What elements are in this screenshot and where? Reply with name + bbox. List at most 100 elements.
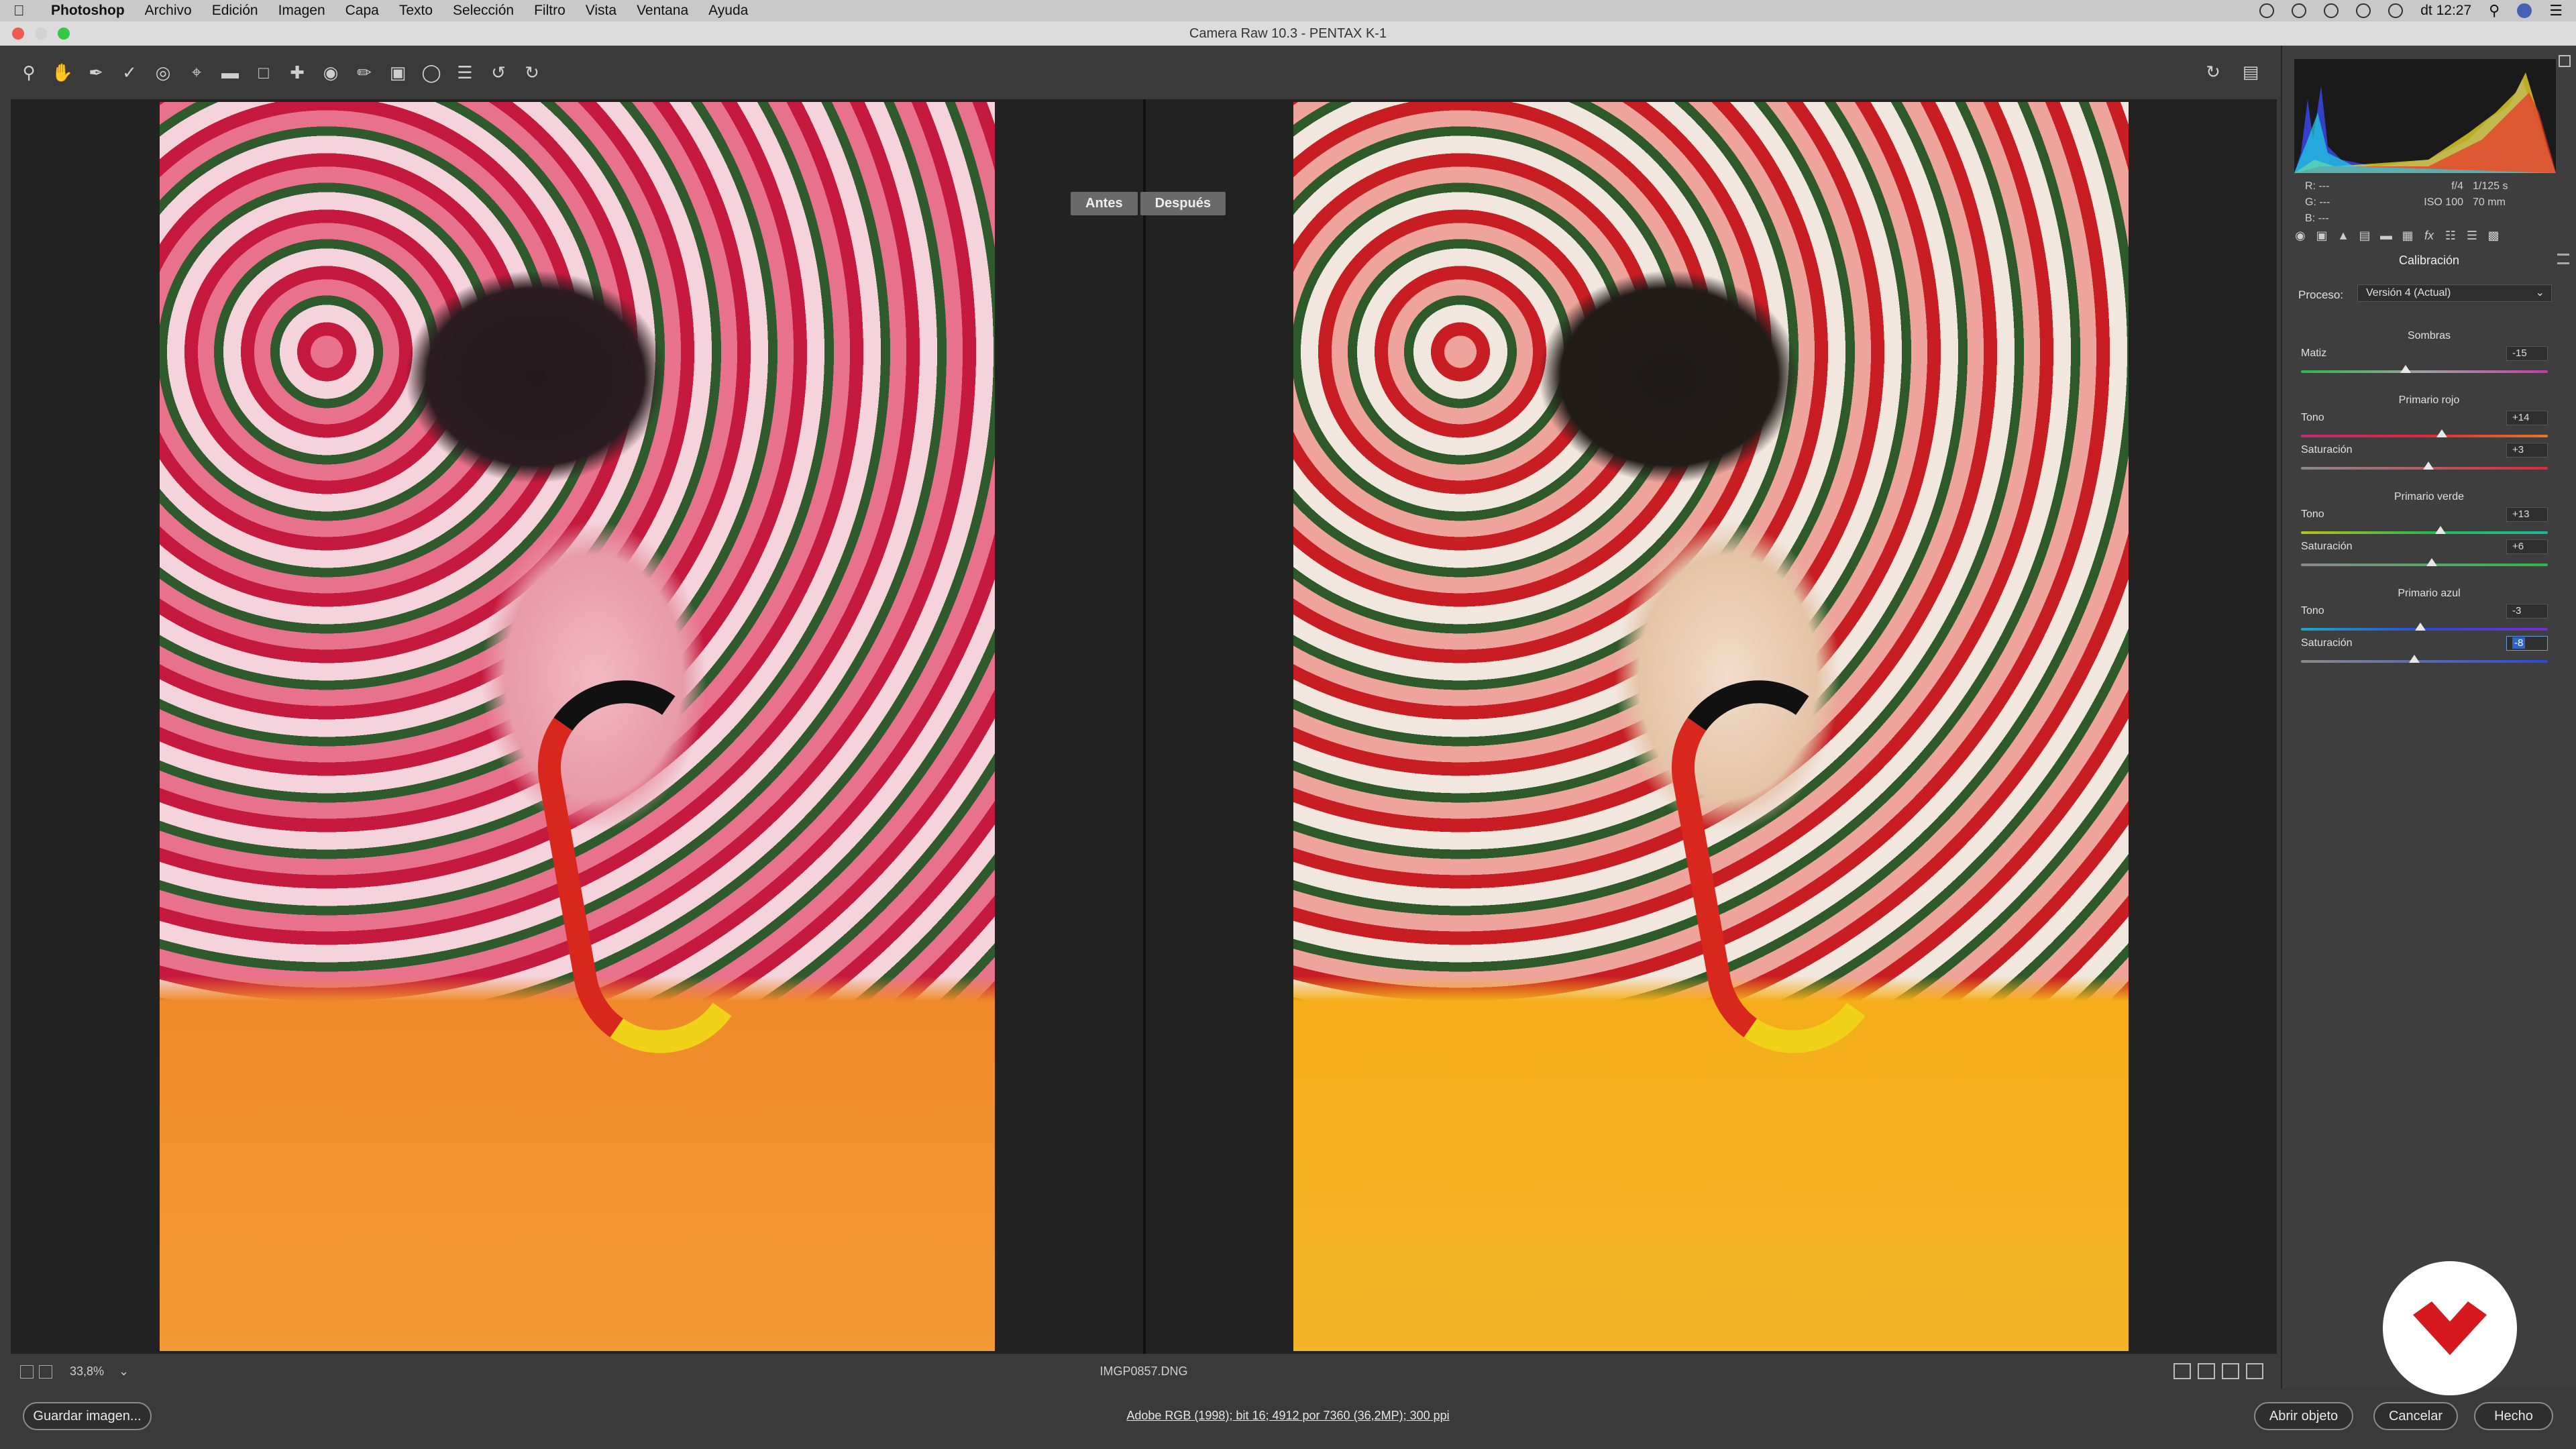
graduated-filter-icon[interactable]: ▣ — [388, 62, 408, 83]
slider-value-input[interactable]: -15 — [2506, 346, 2548, 361]
menubar-clock[interactable]: dt 12:27 — [2420, 3, 2471, 19]
menu-texto[interactable]: Texto — [399, 3, 433, 19]
slider-value-input[interactable]: +14 — [2506, 411, 2548, 425]
slider-value-input[interactable]: +13 — [2506, 507, 2548, 522]
after-image — [1293, 102, 2129, 1351]
view-mode-split-icon[interactable] — [2198, 1363, 2215, 1379]
slider-track[interactable] — [2301, 531, 2548, 534]
lens-corrections-tab-icon[interactable]: ▦ — [2400, 228, 2415, 243]
preferences-icon[interactable]: ☰ — [455, 62, 475, 83]
view-mode-single-icon[interactable] — [2174, 1363, 2191, 1379]
open-object-button[interactable]: Abrir objeto — [2254, 1402, 2353, 1430]
slider-value-input[interactable]: +3 — [2506, 443, 2548, 458]
slider-thumb[interactable] — [2426, 558, 2438, 566]
straighten-icon[interactable]: ▬ — [220, 62, 240, 83]
view-mode-buttons — [2174, 1363, 2263, 1379]
creative-cloud-icon[interactable] — [2292, 3, 2307, 18]
workflow-options-link[interactable]: Adobe RGB (1998); bit 16; 4912 por 7360 … — [0, 1409, 2576, 1423]
calibration-tab-icon[interactable]: ☷ — [2443, 228, 2458, 243]
zoom-icon[interactable]: ⚲ — [19, 62, 39, 83]
toggle-fullscreen-icon[interactable]: ↻ — [2203, 62, 2223, 82]
menu-ventana[interactable]: Ventana — [637, 3, 688, 19]
process-select[interactable]: Versión 4 (Actual) ⌄ — [2357, 284, 2552, 302]
menu-vista[interactable]: Vista — [586, 3, 616, 19]
snake-shape — [1658, 666, 1895, 1067]
window-titlebar: Camera Raw 10.3 - PENTAX K-1 — [0, 21, 2576, 46]
slider-value-input[interactable]: -3 — [2506, 604, 2548, 619]
snapshots-tab-icon[interactable]: ▩ — [2486, 228, 2501, 243]
rotate-left-icon[interactable]: ↺ — [488, 62, 508, 83]
bluetooth-icon[interactable] — [2356, 3, 2371, 18]
panel-menu-icon[interactable] — [2557, 254, 2569, 264]
adjustment-panel: R: --- G: --- B: --- f/4 1/125 s ISO 100… — [2281, 46, 2576, 1389]
wifi-icon[interactable] — [2388, 3, 2404, 18]
basic-tab-icon[interactable]: ◉ — [2293, 228, 2308, 243]
section-green-primary-title: Primario verde — [2394, 491, 2465, 502]
slider-track[interactable] — [2301, 660, 2548, 663]
hsl-tab-icon[interactable]: ▤ — [2357, 228, 2372, 243]
close-window-button[interactable] — [12, 28, 24, 40]
slider-track[interactable] — [2301, 435, 2548, 437]
menu-imagen[interactable]: Imagen — [278, 3, 325, 19]
transform-icon[interactable]: □ — [254, 62, 274, 83]
slider-label: Tono — [2301, 412, 2324, 423]
minimize-window-button[interactable] — [35, 28, 47, 40]
presets-tab-icon[interactable]: ☰ — [2465, 228, 2479, 243]
menu-seleccion[interactable]: Selección — [453, 3, 514, 19]
slider-label: Tono — [2301, 508, 2324, 520]
done-button[interactable]: Hecho — [2474, 1402, 2553, 1430]
notification-list-icon[interactable]: ☰ — [2549, 2, 2563, 19]
swap-before-after-icon[interactable] — [2222, 1363, 2239, 1379]
tone-curve-tab-icon[interactable]: ▣ — [2314, 228, 2329, 243]
color-sampler-icon[interactable]: ✓ — [119, 62, 140, 83]
user-avatar-icon[interactable] — [2517, 3, 2532, 18]
menu-ayuda[interactable]: Ayuda — [708, 3, 748, 19]
rotate-right-icon[interactable]: ↻ — [522, 62, 542, 83]
slider-value-input[interactable]: +6 — [2506, 539, 2548, 554]
slider-thumb[interactable] — [2422, 462, 2434, 470]
cancel-button[interactable]: Cancelar — [2373, 1402, 2458, 1430]
slider-thumb[interactable] — [2400, 365, 2412, 373]
slider-thumb[interactable] — [2434, 526, 2446, 534]
menu-edicion[interactable]: Edición — [212, 3, 258, 19]
menu-filtro[interactable]: Filtro — [534, 3, 566, 19]
detail-tab-icon[interactable]: ▲ — [2336, 228, 2351, 243]
iso-value: ISO 100 — [2424, 197, 2463, 208]
adjustment-brush-icon[interactable]: ✏ — [354, 62, 374, 83]
menu-archivo[interactable]: Archivo — [145, 3, 192, 19]
process-select-value: Versión 4 (Actual) — [2366, 287, 2451, 299]
radial-filter-icon[interactable]: ◯ — [421, 62, 441, 83]
spot-removal-icon[interactable]: ✚ — [287, 62, 307, 83]
apple-icon[interactable]:  — [13, 2, 31, 19]
chevron-down-icon: ⌄ — [2535, 287, 2544, 299]
slider-value-input[interactable]: -8 — [2506, 636, 2548, 651]
menu-capa[interactable]: Capa — [345, 3, 379, 19]
effects-tab-icon[interactable]: fx — [2422, 228, 2436, 243]
slider-blue-saturation: Saturación -8 — [2297, 636, 2552, 671]
slider-track[interactable] — [2301, 564, 2548, 566]
zoom-window-button[interactable] — [58, 28, 70, 40]
image-filename: IMGP0857.DNG — [1099, 1364, 1188, 1378]
histogram-graph — [2294, 72, 2556, 173]
view-settings-icon[interactable] — [2246, 1363, 2263, 1379]
eye-icon[interactable] — [2324, 3, 2339, 18]
slider-thumb[interactable] — [2436, 429, 2447, 437]
hand-icon[interactable]: ✋ — [52, 62, 73, 83]
record-icon[interactable] — [2259, 3, 2275, 18]
split-toning-tab-icon[interactable]: ▬ — [2379, 228, 2394, 243]
slider-thumb[interactable] — [2415, 623, 2426, 631]
brand-logo-icon — [2413, 1301, 2487, 1355]
open-fullscreen-icon[interactable]: ▤ — [2241, 62, 2261, 82]
crop-icon[interactable]: ⌖ — [186, 62, 207, 83]
window-controls — [12, 28, 70, 40]
slider-track[interactable] — [2301, 370, 2548, 373]
white-balance-icon[interactable]: ✒ — [86, 62, 106, 83]
section-blue-primary-title: Primario azul — [2398, 588, 2461, 599]
target-adjust-icon[interactable]: ◎ — [153, 62, 173, 83]
highlight-clipping-toggle[interactable] — [2559, 55, 2571, 67]
spotlight-search-icon[interactable]: ⚲ — [2489, 2, 2500, 19]
shutter-value: 1/125 s — [2473, 180, 2508, 192]
menu-app-name[interactable]: Photoshop — [51, 3, 125, 19]
red-eye-icon[interactable]: ◉ — [321, 62, 341, 83]
slider-thumb[interactable] — [2409, 655, 2420, 663]
